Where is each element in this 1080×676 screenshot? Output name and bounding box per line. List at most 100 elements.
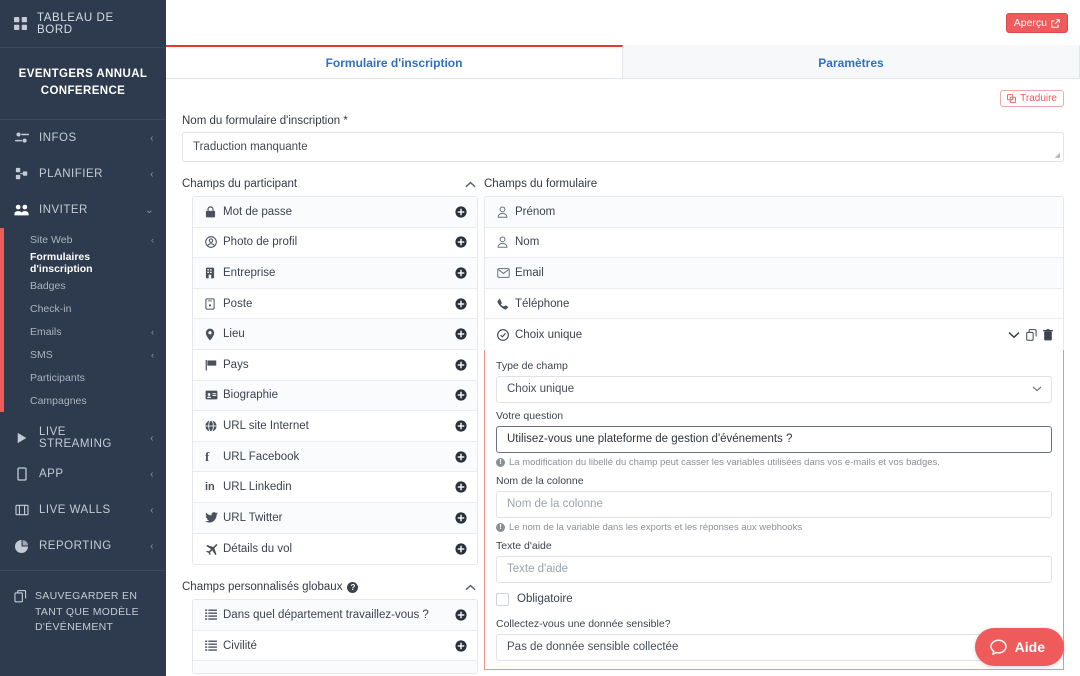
list-item[interactable]: Nom bbox=[485, 227, 1063, 259]
list-item[interactable] bbox=[193, 661, 477, 674]
list-item[interactable]: Entreprise bbox=[193, 258, 477, 289]
sidebar-item-live-walls[interactable]: LIVE WALLS ‹ bbox=[0, 492, 166, 528]
add-field-icon[interactable] bbox=[455, 420, 467, 432]
list-item[interactable]: Mot de passe bbox=[193, 197, 477, 228]
custom-fields-section-header[interactable]: Champs personnalisés globaux ? bbox=[182, 581, 478, 593]
tab-parametres[interactable]: Paramètres bbox=[623, 45, 1080, 78]
required-checkbox-row[interactable]: Obligatoire bbox=[496, 592, 1052, 606]
sitemap-icon bbox=[14, 167, 29, 181]
list-item[interactable]: Prénom bbox=[485, 197, 1063, 228]
help-question-icon[interactable]: ? bbox=[347, 581, 359, 593]
save-as-event-template-button[interactable]: SAUVEGARDER EN TANT QUE MODÈLE D'ÉVÉNEME… bbox=[0, 577, 166, 647]
sensitive-data-select[interactable]: Pas de donnée sensible collectée bbox=[496, 633, 1052, 661]
field-type-select[interactable]: Choix unique bbox=[496, 375, 1052, 403]
list-item[interactable]: f URL Facebook bbox=[193, 441, 477, 473]
add-field-icon[interactable] bbox=[455, 359, 467, 371]
list-item-label: Lieu bbox=[223, 328, 245, 341]
sidebar-subitem-label: SMS bbox=[30, 348, 53, 361]
sidebar-subitem-badges[interactable]: Badges bbox=[0, 274, 166, 297]
delete-icon[interactable] bbox=[1043, 328, 1053, 341]
add-field-icon[interactable] bbox=[455, 543, 467, 555]
sidebar-subitem-site-web[interactable]: Site Web ‹ bbox=[0, 228, 166, 251]
list-item[interactable]: URL site Internet bbox=[193, 411, 477, 442]
sidebar-subitem-campagnes[interactable]: Campagnes bbox=[0, 389, 166, 412]
add-field-icon[interactable] bbox=[455, 609, 467, 621]
list-item-label: Email bbox=[515, 266, 544, 279]
column-name-label: Nom de la colonne bbox=[496, 474, 584, 487]
chevron-left-icon: ‹ bbox=[151, 349, 154, 360]
sidebar-item-dashboard[interactable]: TABLEAU DE BORD bbox=[0, 0, 166, 48]
sidebar-subitem-sms[interactable]: SMS ‹ bbox=[0, 343, 166, 366]
app-root: TABLEAU DE BORD EVENTGERS ANNUAL CONFERE… bbox=[0, 0, 1080, 676]
list-item[interactable]: Civilité bbox=[193, 630, 477, 662]
column-name-input[interactable]: Nom de la colonne bbox=[496, 490, 1052, 518]
add-field-icon[interactable] bbox=[455, 267, 467, 279]
participant-fields-list: Mot de passe Photo de profil Entreprise bbox=[192, 196, 478, 566]
question-input[interactable]: Utilisez-vous une plateforme de gestion … bbox=[496, 425, 1052, 453]
add-field-icon[interactable] bbox=[455, 236, 467, 248]
question-hint-text: La modification du libellé du champ peut… bbox=[509, 456, 940, 468]
add-field-icon[interactable] bbox=[455, 450, 467, 463]
tab-bar: Formulaire d'inscription Paramètres bbox=[166, 45, 1080, 79]
sidebar-item-reporting[interactable]: REPORTING ‹ bbox=[0, 528, 166, 564]
chevron-left-icon: ‹ bbox=[151, 234, 154, 245]
list-item[interactable]: Pays bbox=[193, 349, 477, 381]
sidebar-subitem-emails[interactable]: Emails ‹ bbox=[0, 320, 166, 343]
list-item[interactable]: URL Twitter bbox=[193, 502, 477, 534]
envelope-icon bbox=[497, 268, 515, 278]
list-item[interactable]: Lieu bbox=[193, 319, 477, 350]
list-item[interactable]: Dans quel département travaillez-vous ? bbox=[193, 600, 477, 631]
plane-icon bbox=[205, 543, 223, 555]
chat-bubble-icon bbox=[989, 639, 1007, 655]
add-field-icon[interactable] bbox=[455, 328, 467, 340]
sidebar-subitem-check-in[interactable]: Check-in bbox=[0, 297, 166, 320]
chevron-up-icon[interactable] bbox=[465, 181, 476, 188]
id-card-icon bbox=[205, 390, 223, 400]
add-field-icon[interactable] bbox=[455, 298, 467, 310]
list-item[interactable]: Choix unique bbox=[485, 319, 1063, 350]
preview-button[interactable]: Aperçu bbox=[1005, 13, 1068, 33]
custom-fields-list: Dans quel département travaillez-vous ? … bbox=[192, 599, 478, 675]
participant-section-header[interactable]: Champs du participant bbox=[182, 178, 478, 190]
chevron-up-icon[interactable] bbox=[465, 584, 476, 591]
sidebar-subitem-participants[interactable]: Participants bbox=[0, 366, 166, 389]
tab-formulaire-inscription[interactable]: Formulaire d'inscription bbox=[166, 45, 623, 78]
add-field-icon[interactable] bbox=[455, 206, 467, 218]
sidebar-item-app[interactable]: APP ‹ bbox=[0, 456, 166, 492]
sensitive-data-label: Collectez-vous une donnée sensible? bbox=[496, 617, 671, 630]
sidebar-item-infos[interactable]: INFOS ‹ bbox=[0, 120, 166, 156]
list-item[interactable]: Poste bbox=[193, 288, 477, 320]
sidebar-item-planifier[interactable]: PLANIFIER ‹ bbox=[0, 156, 166, 192]
list-item[interactable]: Détails du vol bbox=[193, 533, 477, 565]
add-field-icon[interactable] bbox=[455, 481, 467, 493]
add-field-icon[interactable] bbox=[455, 512, 467, 524]
globe-icon bbox=[205, 419, 223, 432]
sidebar-item-inviter[interactable]: INVITER ⌄ bbox=[0, 192, 166, 229]
list-item[interactable]: Téléphone bbox=[485, 288, 1063, 320]
list-item[interactable]: Photo de profil bbox=[193, 227, 477, 259]
resize-handle-icon[interactable]: ◢ bbox=[1055, 151, 1060, 159]
duplicate-icon[interactable] bbox=[1026, 328, 1037, 341]
form-name-value: Traduction manquante bbox=[193, 141, 308, 153]
form-name-input[interactable]: Traduction manquante ◢ bbox=[182, 132, 1064, 162]
help-text-input[interactable]: Texte d'aide bbox=[496, 555, 1052, 583]
help-button[interactable]: Aide bbox=[974, 628, 1064, 666]
add-field-icon[interactable] bbox=[455, 389, 467, 401]
translate-button[interactable]: Traduire bbox=[1000, 90, 1064, 107]
sidebar-item-live-streaming[interactable]: LIVE STREAMING ‹ bbox=[0, 420, 166, 456]
chevron-down-icon[interactable] bbox=[1008, 331, 1020, 339]
field-type-value: Choix unique bbox=[507, 383, 575, 396]
required-checkbox[interactable] bbox=[496, 592, 509, 606]
list-item[interactable]: Biographie bbox=[193, 380, 477, 412]
list-item-label: URL Linkedin bbox=[223, 481, 292, 494]
tab-label: Formulaire d'inscription bbox=[325, 55, 463, 70]
sidebar-subitem-formulaires-inscription[interactable]: Formulaires d'inscription bbox=[0, 251, 166, 275]
row-actions bbox=[1008, 328, 1053, 341]
linkedin-icon: in bbox=[205, 481, 215, 494]
add-field-icon[interactable] bbox=[455, 639, 467, 652]
list-item[interactable]: Email bbox=[485, 258, 1063, 289]
list-item-label: Nom bbox=[515, 236, 540, 249]
list-item[interactable]: in URL Linkedin bbox=[193, 472, 477, 503]
main-area: Aperçu Formulaire d'inscription Paramètr… bbox=[166, 0, 1080, 676]
form-fields-section-header: Champs du formulaire bbox=[484, 178, 1064, 190]
